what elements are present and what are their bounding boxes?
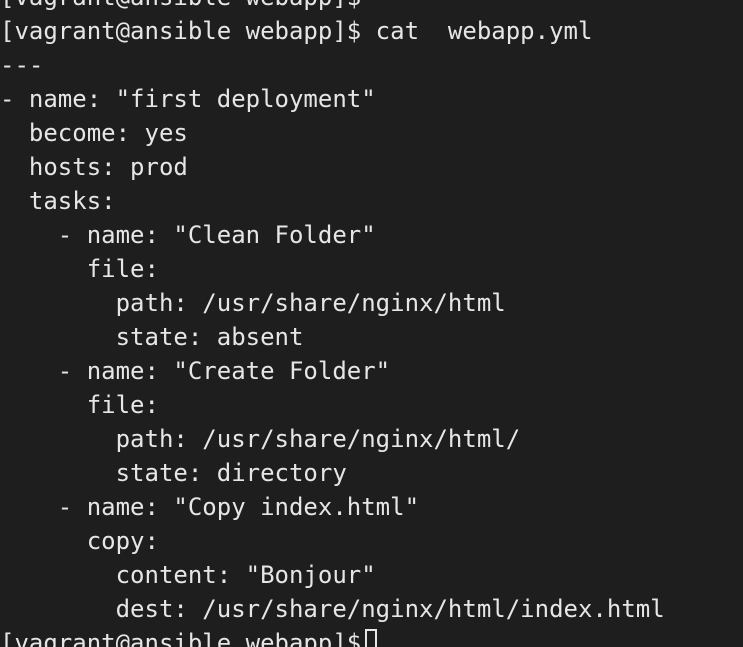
terminal-line: [vagrant@ansible webapp]$ — [0, 0, 665, 14]
terminal-output: [vagrant@ansible webapp]$ [vagrant@ansib… — [0, 0, 665, 647]
terminal-line: - name: "Clean Folder" — [0, 221, 376, 249]
terminal-line: state: directory — [0, 459, 347, 487]
terminal-line: dest: /usr/share/nginx/html/index.html — [0, 595, 665, 623]
terminal-line: become: yes — [0, 119, 188, 147]
terminal-window[interactable]: [vagrant@ansible webapp]$ [vagrant@ansib… — [0, 0, 743, 647]
terminal-line: --- — [0, 51, 44, 79]
terminal-line: copy: — [0, 527, 159, 555]
terminal-line: file: — [0, 391, 159, 419]
terminal-line: hosts: prod — [0, 153, 188, 181]
terminal-line: tasks: — [0, 187, 116, 215]
terminal-line: content: "Bonjour" — [0, 561, 376, 589]
terminal-cursor[interactable] — [365, 629, 378, 647]
terminal-prompt: [vagrant@ansible webapp]$ — [0, 629, 362, 647]
terminal-line: path: /usr/share/nginx/html — [0, 289, 506, 317]
terminal-line: [vagrant@ansible webapp]$ cat webapp.yml — [0, 17, 593, 45]
terminal-line: - name: "first deployment" — [0, 85, 376, 113]
terminal-line: file: — [0, 255, 159, 283]
terminal-line: path: /usr/share/nginx/html/ — [0, 425, 521, 453]
terminal-line: state: absent — [0, 323, 304, 351]
terminal-line: - name: "Create Folder" — [0, 357, 391, 385]
terminal-line: - name: "Copy index.html" — [0, 493, 420, 521]
terminal-input-line[interactable]: [vagrant@ansible webapp]$ — [0, 626, 665, 647]
